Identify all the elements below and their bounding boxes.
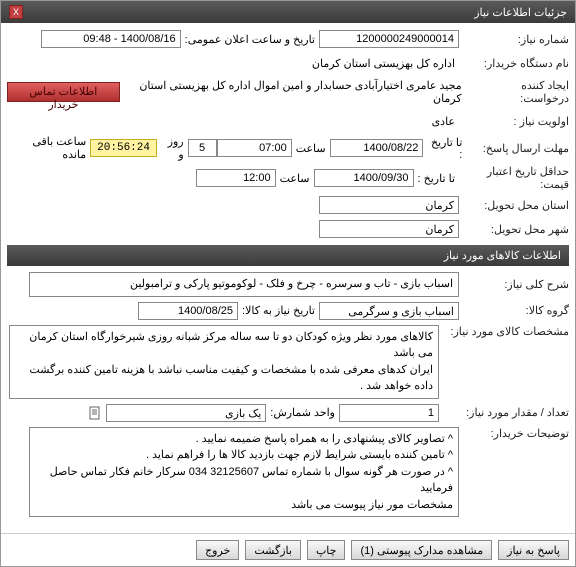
- row-state: استان محل تحویل: کرمان: [7, 195, 569, 215]
- form-body: شماره نیاز: 1200000249000014 تاریخ و ساع…: [1, 23, 575, 527]
- label-date-need-goods: تاریخ نیاز به کالا:: [242, 304, 315, 317]
- field-goods-spec: کالاهای مورد نظر ویژه کودکان دو تا سه سا…: [9, 325, 439, 399]
- row-city: شهر محل تحویل: کرمان: [7, 219, 569, 239]
- label-priority: اولویت نیاز :: [459, 115, 569, 128]
- label-city: شهر محل تحویل:: [459, 223, 569, 236]
- need-details-window: جزئیات اطلاعات نیاز X شماره نیاز: 120000…: [0, 0, 576, 567]
- row-qty: تعداد / مقدار مورد نیاز: 1 واحد شمارش: ی…: [7, 403, 569, 423]
- label-goods-spec: مشخصات کالای مورد نیاز:: [439, 325, 569, 338]
- label-qty: تعداد / مقدار مورد نیاز:: [439, 406, 569, 419]
- field-goods-group: اسباب بازی و سرگرمی: [319, 302, 459, 320]
- field-qty: 1: [339, 404, 439, 422]
- row-validity: حداقل تاریخ اعتبار قیمت: تا تاریخ : 1400…: [7, 165, 569, 191]
- field-date-need-goods: 1400/08/25: [138, 302, 238, 320]
- row-deadline: مهلت ارسال پاسخ: تا تاریخ : 1400/08/22 س…: [7, 135, 569, 161]
- row-priority: اولویت نیاز : عادی: [7, 111, 569, 131]
- label-to-date-1: تا تاریخ :: [427, 136, 462, 161]
- field-buyer-notes: ^ تصاویر کالای پیشنهادی را به همراه پاسخ…: [29, 427, 459, 518]
- label-time-2: ساعت: [280, 172, 310, 185]
- value-buyer: اداره کل بهزیستی استان کرمان: [308, 55, 459, 72]
- field-unit: یک بازی: [106, 404, 266, 422]
- back-button[interactable]: بازگشت: [245, 540, 301, 560]
- contact-buyer-button[interactable]: اطلاعات تماس خریدار: [7, 82, 120, 102]
- reply-button[interactable]: پاسخ به نیاز: [498, 540, 569, 560]
- label-validity: حداقل تاریخ اعتبار قیمت:: [459, 165, 569, 191]
- section-goods-header: اطلاعات کالاهای مورد نیاز: [7, 245, 569, 266]
- field-general-desc: اسباب بازی - تاب و سرسره - چرخ و فلک - ل…: [29, 272, 459, 297]
- label-goods-group: گروه کالا:: [459, 304, 569, 317]
- field-state: کرمان: [319, 196, 459, 214]
- footer-buttons: پاسخ به نیاز مشاهده مدارک پیوستی (1) چاپ…: [1, 533, 575, 566]
- label-day-and: روز و: [161, 135, 184, 161]
- label-state: استان محل تحویل:: [459, 199, 569, 212]
- value-creator: مجید عامری اختیارآبادی حسابدار و امین ام…: [126, 77, 466, 107]
- field-deadline-time: 07:00: [217, 139, 292, 157]
- label-general-desc: شرح کلی نیاز:: [459, 278, 569, 291]
- row-general-desc: شرح کلی نیاز: اسباب بازی - تاب و سرسره -…: [7, 272, 569, 297]
- label-hours-remaining: ساعت باقی مانده: [11, 135, 86, 161]
- row-buyer-notes: توضیحات خریدار: ^ تصاویر کالای پیشنهادی …: [7, 427, 569, 518]
- field-need-number: 1200000249000014: [319, 30, 459, 48]
- label-buyer: نام دستگاه خریدار:: [459, 57, 569, 70]
- label-unit: واحد شمارش:: [270, 406, 335, 419]
- label-deadline: مهلت ارسال پاسخ:: [466, 142, 569, 155]
- row-buyer: نام دستگاه خریدار: اداره کل بهزیستی استا…: [7, 53, 569, 73]
- field-validity-time: 12:00: [196, 169, 276, 187]
- field-deadline-date: 1400/08/22: [330, 139, 424, 157]
- page-icon: [88, 406, 102, 420]
- label-to-date-2: تا تاریخ :: [418, 172, 455, 185]
- days-remaining: 5: [188, 139, 217, 157]
- exit-button[interactable]: خروج: [196, 540, 239, 560]
- label-time-1: ساعت: [296, 142, 326, 155]
- print-button[interactable]: چاپ: [307, 540, 346, 560]
- label-buyer-notes: توضیحات خریدار:: [459, 427, 569, 440]
- field-validity-date: 1400/09/30: [314, 169, 414, 187]
- label-creator: ایجاد کننده درخواست:: [466, 79, 569, 105]
- value-priority: عادی: [428, 113, 459, 130]
- label-announce-datetime: تاریخ و ساعت اعلان عمومی:: [185, 33, 315, 46]
- titlebar: جزئیات اطلاعات نیاز X: [1, 1, 575, 23]
- window-title: جزئیات اطلاعات نیاز: [474, 6, 567, 19]
- row-need-number: شماره نیاز: 1200000249000014 تاریخ و ساع…: [7, 29, 569, 49]
- row-goods-group: گروه کالا: اسباب بازی و سرگرمی تاریخ نیا…: [7, 301, 569, 321]
- countdown-timer: 20:56:24: [90, 139, 157, 157]
- field-city: کرمان: [319, 220, 459, 238]
- row-goods-spec: مشخصات کالای مورد نیاز: کالاهای مورد نظر…: [7, 325, 569, 399]
- row-creator: ایجاد کننده درخواست: مجید عامری اختیارآب…: [7, 77, 569, 107]
- attachments-button[interactable]: مشاهده مدارک پیوستی (1): [351, 540, 492, 560]
- field-announce-datetime: 1400/08/16 - 09:48: [41, 30, 181, 48]
- label-need-number: شماره نیاز:: [459, 33, 569, 46]
- close-icon[interactable]: X: [9, 5, 23, 19]
